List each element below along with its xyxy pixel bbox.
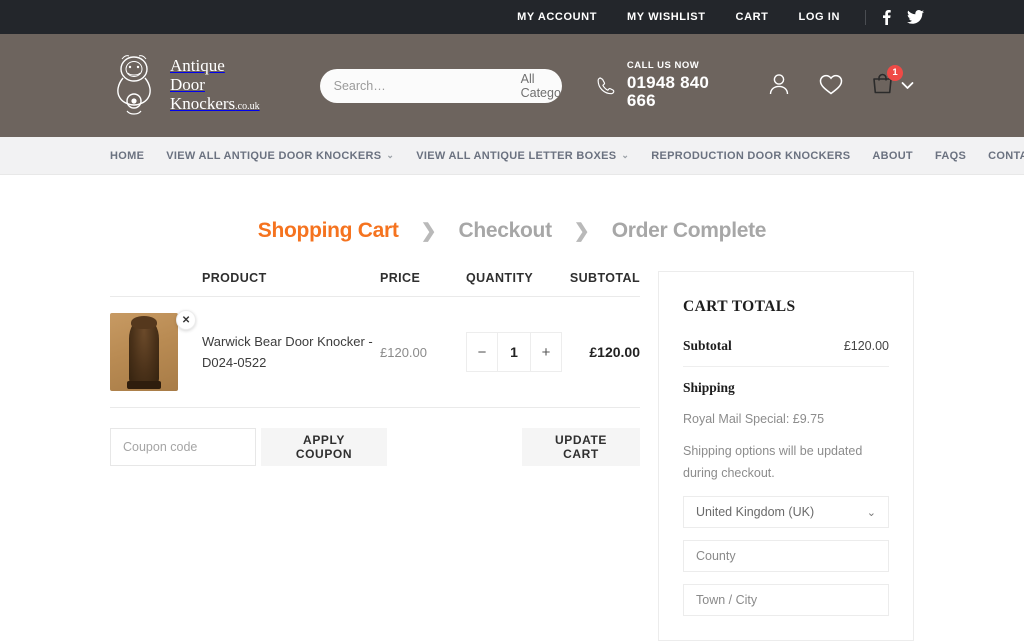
nav-label: VIEW ALL ANTIQUE DOOR KNOCKERS — [166, 149, 382, 162]
header-icon-group: 1 — [766, 64, 914, 101]
shipping-note: Shipping options will be updated during … — [683, 444, 863, 480]
nav-label: VIEW ALL ANTIQUE LETTER BOXES — [416, 149, 617, 162]
search-bar: All Categories — [319, 68, 562, 103]
top-link-my-account[interactable]: MY ACCOUNT — [502, 11, 612, 23]
logo-line-2: Door — [170, 74, 205, 94]
logo-domain: .co.uk — [235, 100, 260, 112]
chevron-down-icon: ⌄ — [866, 506, 876, 519]
site-logo[interactable]: Antique Door Knockers.co.uk — [110, 53, 260, 119]
cart-table-column: PRODUCT PRICE QUANTITY SUBTOTAL ✕ Warwic… — [110, 271, 640, 466]
nav-label: ABOUT — [872, 149, 913, 162]
product-thumbnail-cell: ✕ — [110, 310, 202, 391]
step-separator: ❯ — [420, 220, 437, 242]
column-header-price: PRICE — [380, 271, 421, 285]
remove-item-button[interactable]: ✕ — [176, 310, 196, 330]
nav-label: FAQS — [934, 149, 967, 162]
main-navigation: HOME VIEW ALL ANTIQUE DOOR KNOCKERS ⌄ VI… — [0, 137, 1024, 175]
top-links: MY ACCOUNT MY WISHLIST CART LOG IN — [502, 9, 924, 25]
cart-icon-wrap[interactable]: 1 — [870, 64, 903, 101]
cart-actions: APPLY COUPON UPDATE CART — [110, 408, 640, 466]
nav-item-view-all-antique-door-knockers[interactable]: VIEW ALL ANTIQUE DOOR KNOCKERS ⌄ — [166, 150, 394, 162]
nav-item-reproduction-door-knockers[interactable]: REPRODUCTION DOOR KNOCKERS — [651, 150, 850, 162]
nav-item-about[interactable]: ABOUT — [872, 150, 913, 162]
town-city-input[interactable] — [683, 584, 889, 616]
product-thumbnail[interactable] — [110, 313, 178, 391]
checkout-steps: Shopping Cart ❯ Checkout ❯ Order Complet… — [0, 175, 1024, 271]
chevron-down-icon: ⌄ — [621, 150, 630, 160]
column-header-product: PRODUCT — [202, 271, 267, 285]
cart-button[interactable]: 1 — [870, 64, 914, 101]
nav-label: HOME — [110, 149, 145, 162]
chevron-down-icon: ⌄ — [386, 150, 395, 160]
social-links — [876, 9, 924, 25]
twitter-icon[interactable] — [907, 10, 924, 24]
step-checkout[interactable]: Checkout — [458, 219, 552, 243]
logo-wordmark: Antique Door Knockers.co.uk — [170, 56, 260, 116]
product-name[interactable]: Warwick Bear Door Knocker - D024-0522 — [202, 331, 380, 373]
heart-icon — [819, 74, 843, 95]
quantity-stepper: − 1 + — [466, 332, 562, 372]
logo-line-1: Antique — [170, 55, 225, 75]
top-link-cart[interactable]: CART — [721, 11, 784, 23]
bear-knocker-figure — [129, 319, 159, 386]
cart-table-header: PRODUCT PRICE QUANTITY SUBTOTAL — [110, 271, 640, 297]
product-subtotal: £120.00 — [589, 344, 640, 360]
phone-icon — [597, 76, 614, 94]
shipping-label: Shipping — [683, 380, 735, 395]
step-order-complete[interactable]: Order Complete — [612, 219, 767, 243]
subtotal-row: Subtotal £120.00 — [683, 338, 889, 367]
shipping-method: Royal Mail Special: £9.75 — [683, 412, 825, 426]
country-select[interactable]: United Kingdom (UK) ⌄ — [683, 496, 889, 528]
user-icon — [769, 74, 789, 95]
cart-count-badge: 1 — [887, 64, 903, 81]
facebook-icon[interactable] — [882, 9, 891, 25]
cart-totals-panel: CART TOTALS Subtotal £120.00 Shipping Ro… — [658, 271, 914, 641]
subtotal-value: £120.00 — [843, 339, 889, 353]
nav-item-contact-us[interactable]: CONTACT US — [988, 150, 1024, 162]
step-shopping-cart[interactable]: Shopping Cart — [258, 219, 399, 243]
search-category-select[interactable]: All Categories — [509, 69, 562, 103]
call-us-block[interactable]: CALL US NOW 01948 840 666 — [596, 61, 730, 110]
wishlist-button[interactable] — [818, 72, 844, 99]
column-header-quantity: QUANTITY — [466, 271, 534, 285]
top-divider — [865, 9, 866, 25]
logo-line-3: Knockers — [170, 93, 236, 113]
nav-item-view-all-antique-letter-boxes[interactable]: VIEW ALL ANTIQUE LETTER BOXES ⌄ — [416, 150, 629, 162]
nav-item-home[interactable]: HOME — [110, 150, 144, 162]
country-select-value: United Kingdom (UK) — [696, 505, 815, 519]
table-row: ✕ Warwick Bear Door Knocker - D024-0522 … — [110, 297, 640, 408]
nav-label: REPRODUCTION DOOR KNOCKERS — [651, 149, 851, 162]
quantity-value[interactable]: 1 — [497, 333, 531, 371]
cart-totals-title: CART TOTALS — [683, 298, 796, 315]
call-us-number: 01948 840 666 — [626, 73, 710, 110]
step-separator: ❯ — [573, 220, 590, 242]
product-price: £120.00 — [380, 344, 427, 360]
site-header: Antique Door Knockers.co.uk All Categori… — [0, 34, 1024, 137]
shipping-block: Shipping Royal Mail Special: £9.75 Shipp… — [683, 367, 889, 616]
cart-page-body: PRODUCT PRICE QUANTITY SUBTOTAL ✕ Warwic… — [0, 271, 1024, 641]
call-us-label: CALL US NOW — [626, 60, 700, 72]
search-input[interactable] — [319, 68, 509, 103]
top-utility-bar: MY ACCOUNT MY WISHLIST CART LOG IN — [0, 0, 1024, 34]
county-input[interactable] — [683, 540, 889, 572]
column-header-subtotal: SUBTOTAL — [569, 271, 640, 285]
lion-door-knocker-icon — [110, 53, 158, 119]
nav-item-faqs[interactable]: FAQS — [935, 150, 966, 162]
nav-label: CONTACT US — [988, 149, 1024, 162]
chevron-down-icon[interactable] — [901, 81, 914, 90]
subtotal-label: Subtotal — [683, 338, 732, 353]
quantity-cell: − 1 + — [450, 332, 562, 372]
update-cart-button[interactable]: UPDATE CART — [522, 428, 640, 466]
apply-coupon-button[interactable]: APPLY COUPON — [261, 428, 387, 466]
account-button[interactable] — [766, 71, 792, 100]
top-link-my-wishlist[interactable]: MY WISHLIST — [612, 11, 721, 23]
quantity-decrease-button[interactable]: − — [467, 333, 497, 371]
top-link-log-in[interactable]: LOG IN — [784, 11, 856, 23]
coupon-input[interactable] — [110, 428, 256, 466]
